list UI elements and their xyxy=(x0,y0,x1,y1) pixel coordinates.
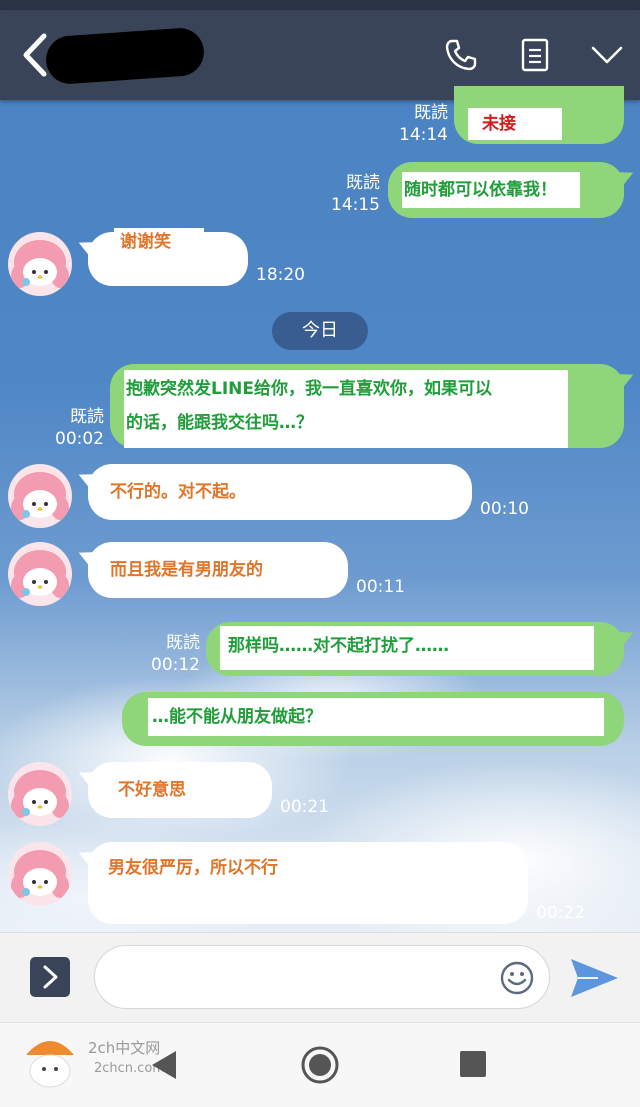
message-text: 不行的。对不起。 xyxy=(110,482,246,502)
call-button[interactable] xyxy=(444,38,478,72)
recents-square-icon xyxy=(460,1051,486,1077)
message-bubble[interactable]: …能不能从朋友做起？ xyxy=(122,692,624,746)
message-meta: 既読 14:15 xyxy=(328,172,380,216)
back-triangle-icon xyxy=(152,1051,176,1079)
message-bubble[interactable]: 男友很严厉，所以不行 xyxy=(88,842,528,924)
message-text: 而且我是有男朋友的 xyxy=(110,560,263,580)
nav-recents-button[interactable] xyxy=(458,1049,488,1079)
contact-avatar[interactable] xyxy=(8,542,72,606)
message-time: 00:22 xyxy=(536,903,585,923)
chevron-right-icon xyxy=(43,965,58,989)
nav-home-button[interactable] xyxy=(300,1045,340,1085)
message-time: 00:02 xyxy=(55,429,104,449)
message-time: 00:12 xyxy=(151,655,200,675)
message-bubble[interactable]: 谢谢笑 xyxy=(88,228,248,286)
message-bubble[interactable]: 未接 xyxy=(454,86,624,144)
message-text: 男友很严厉，所以不行 xyxy=(108,858,278,878)
message-meta: 既読 14:14 xyxy=(396,102,448,146)
my-melody-avatar-icon xyxy=(11,550,69,598)
message-time: 18:20 xyxy=(256,265,305,285)
message-input[interactable] xyxy=(94,945,550,1009)
date-divider: 今日 xyxy=(272,312,368,350)
message-text: 未接 xyxy=(468,108,562,140)
message-time: 14:14 xyxy=(399,125,448,145)
mascot-logo-icon xyxy=(26,1041,74,1088)
message-bubble[interactable]: 抱歉突然发LINE给你，我一直喜欢你，如果可以 的话，能跟我交往吗…？ xyxy=(110,364,624,448)
read-receipt: 既読 xyxy=(414,103,448,123)
contact-avatar[interactable] xyxy=(8,232,72,296)
contact-avatar[interactable] xyxy=(8,464,72,528)
expand-menu-button[interactable] xyxy=(30,957,70,997)
send-arrow-icon xyxy=(571,959,618,997)
message-text: 那样吗……对不起打扰了…… xyxy=(220,626,594,670)
menu-dropdown-button[interactable] xyxy=(590,38,624,72)
message-bubble[interactable]: 那样吗……对不起打扰了…… xyxy=(206,622,624,676)
message-text: …能不能从朋友做起？ xyxy=(148,698,604,736)
send-button[interactable] xyxy=(568,955,620,1001)
notes-icon xyxy=(521,38,549,72)
read-receipt: 既読 xyxy=(70,407,104,427)
message-meta: 既読 00:02 xyxy=(52,406,104,450)
notes-button[interactable] xyxy=(518,38,552,72)
message-time: 14:15 xyxy=(331,195,380,215)
message-bubble[interactable]: 不好意思 xyxy=(88,762,272,818)
message-text: 随时都可以依靠我！ xyxy=(402,172,580,208)
emoji-button[interactable] xyxy=(499,960,535,996)
message-text-line: 抱歉突然发LINE给你，我一直喜欢你，如果可以 xyxy=(126,379,492,399)
contact-avatar[interactable] xyxy=(8,762,72,826)
read-receipt: 既読 xyxy=(346,173,380,193)
message-composer xyxy=(0,932,640,1023)
message-bubble[interactable]: 随时都可以依靠我！ xyxy=(388,162,624,218)
status-bar xyxy=(0,0,640,10)
message-text: 谢谢笑 xyxy=(114,228,204,258)
my-melody-avatar-icon xyxy=(11,240,69,288)
my-melody-avatar-icon xyxy=(11,472,69,520)
message-time: 00:11 xyxy=(356,577,405,597)
contact-name-redacted xyxy=(44,26,206,86)
system-nav-bar: 2ch中文网 2chcn.com xyxy=(0,1022,640,1107)
nav-back-button[interactable] xyxy=(146,1047,182,1083)
message-bubble[interactable]: 而且我是有男朋友的 xyxy=(88,542,348,598)
smiley-icon xyxy=(500,961,534,995)
message-time: 00:10 xyxy=(480,499,529,519)
my-melody-avatar-icon xyxy=(11,770,69,818)
phone-icon xyxy=(445,39,477,71)
message-meta: 既読 00:12 xyxy=(148,632,200,676)
message-text: 不好意思 xyxy=(118,780,186,800)
my-melody-avatar-icon xyxy=(11,850,69,898)
message-text: 抱歉突然发LINE给你，我一直喜欢你，如果可以 的话，能跟我交往吗…？ xyxy=(124,370,568,448)
message-bubble[interactable]: 不行的。对不起。 xyxy=(88,464,472,520)
read-receipt: 既読 xyxy=(166,633,200,653)
contact-avatar[interactable] xyxy=(8,842,72,906)
home-circle-icon xyxy=(301,1046,339,1084)
message-text-line: 的话，能跟我交往吗…？ xyxy=(126,413,313,433)
message-time: 00:21 xyxy=(280,797,329,817)
chevron-down-icon xyxy=(591,46,623,64)
